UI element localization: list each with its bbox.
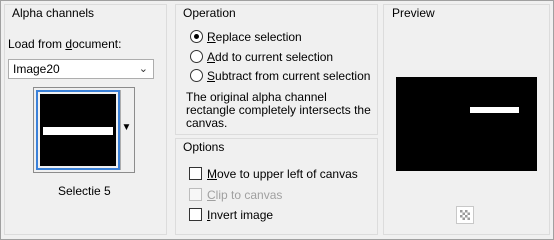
clip-label: Clip to canvas <box>207 188 283 202</box>
chevron-down-icon: ⌄ <box>138 63 148 75</box>
checkbox[interactable] <box>189 167 202 180</box>
document-select[interactable]: Image20 ⌄ <box>8 59 154 79</box>
preview-title: Preview <box>392 6 435 20</box>
radio-add-label: Add to current selection <box>207 50 334 64</box>
checkbox[interactable] <box>189 208 202 221</box>
operation-info-line: canvas. <box>186 116 228 130</box>
preview-channel-bar <box>470 107 519 113</box>
options-title: Options <box>183 140 225 154</box>
move-label: Move to upper left of canvas <box>207 167 358 181</box>
channel-thumbnail-bar <box>43 127 113 135</box>
operation-title: Operation <box>183 6 236 20</box>
radio-replace-label: Replace selection <box>207 30 302 44</box>
radio-subtract-label: Subtract from current selection <box>207 69 371 83</box>
document-select-value: Image20 <box>13 62 60 76</box>
channel-dropdown-button[interactable]: ▼ <box>120 90 132 170</box>
checkbox-disabled <box>189 188 202 201</box>
radio-button[interactable] <box>190 50 203 63</box>
selection-name-label: Selectie 5 <box>58 184 111 198</box>
preview-canvas <box>396 77 537 171</box>
radio-button-checked[interactable] <box>190 30 203 43</box>
operation-info-line: The original alpha channel <box>186 90 327 104</box>
checkerboard-icon[interactable] <box>456 206 474 224</box>
selected-channel-thumbnail[interactable] <box>36 90 120 170</box>
load-from-document-label: Load from document: <box>8 37 122 51</box>
invert-label: Invert image <box>207 208 274 222</box>
radio-button[interactable] <box>190 69 203 82</box>
alpha-channel-picker[interactable]: ▼ <box>33 87 135 173</box>
operation-info-line: rectangle completely intersects the <box>186 103 371 117</box>
channel-thumbnail-image <box>40 94 116 166</box>
triangle-down-icon: ▼ <box>121 122 132 133</box>
alpha-channels-title: Alpha channels <box>12 6 95 20</box>
